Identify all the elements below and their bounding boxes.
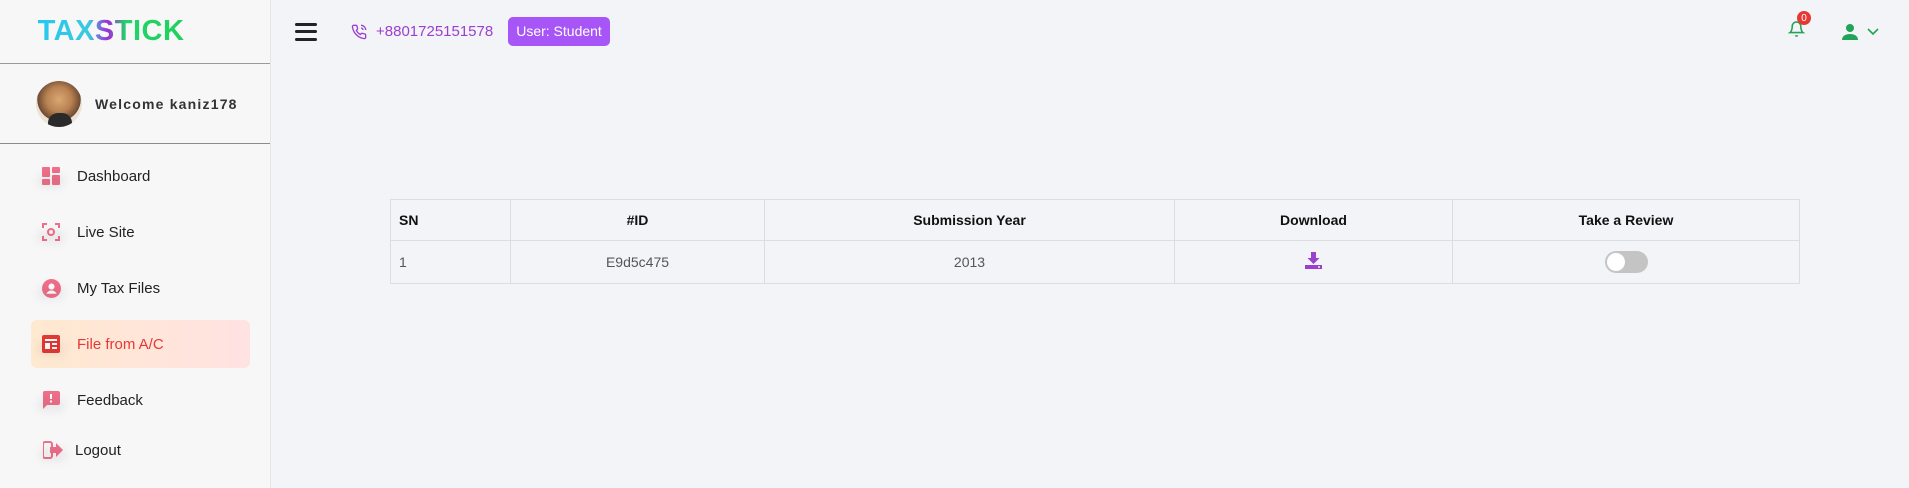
user-role-badge: User: Student	[508, 17, 610, 46]
table-header-row: SN #ID Submission Year Download Take a R…	[390, 199, 1800, 241]
sidebar-item-live-site[interactable]: Live Site	[31, 208, 250, 256]
sidebar-item-label: Live Site	[77, 223, 135, 241]
cell-sn: 1	[390, 240, 511, 284]
sidebar-item-file-from-ac[interactable]: File from A/C	[31, 320, 250, 368]
sidebar-item-label: File from A/C	[77, 335, 164, 353]
account-icon	[41, 278, 61, 298]
table-row: 1 E9d5c475 2013	[390, 240, 1800, 284]
avatar	[36, 80, 82, 127]
phone-contact[interactable]: +8801725151578	[351, 23, 493, 40]
sidebar-item-label: Feedback	[77, 391, 143, 409]
column-header-id: #ID	[510, 199, 765, 241]
column-header-submission-year: Submission Year	[764, 199, 1175, 241]
download-icon	[1305, 252, 1322, 269]
menu-toggle-icon[interactable]	[295, 22, 317, 41]
notification-count-badge: 0	[1797, 11, 1811, 25]
tax-files-table: SN #ID Submission Year Download Take a R…	[390, 199, 1800, 284]
sidebar-nav: Dashboard Live Site My Tax Files File fr…	[0, 144, 270, 470]
logout-label: Logout	[75, 441, 121, 459]
cell-download	[1174, 240, 1453, 284]
sidebar-item-dashboard[interactable]: Dashboard	[31, 152, 250, 200]
sidebar-item-label: Dashboard	[77, 167, 151, 185]
chevron-down-icon	[1867, 27, 1879, 35]
logout-button[interactable]: Logout	[31, 430, 250, 470]
live-site-icon	[41, 222, 61, 242]
download-button[interactable]	[1305, 252, 1322, 272]
cell-submission-year: 2013	[764, 240, 1175, 284]
dashboard-icon	[41, 166, 61, 186]
brand-logo[interactable]: TAXSTICK	[38, 15, 185, 48]
topbar-right: 0	[1787, 0, 1909, 63]
sidebar: TAXSTICK Welcome kaniz178 Dashboard Live…	[0, 0, 271, 488]
column-header-take-a-review: Take a Review	[1452, 199, 1800, 241]
logo-area: TAXSTICK	[0, 0, 270, 64]
topbar: +8801725151578 User: Student 0	[271, 0, 1909, 63]
review-toggle[interactable]	[1604, 251, 1648, 273]
welcome-section: Welcome kaniz178	[0, 64, 270, 144]
user-menu-button[interactable]	[1841, 23, 1879, 40]
cell-id: E9d5c475	[510, 240, 765, 284]
sidebar-item-feedback[interactable]: Feedback	[31, 376, 250, 424]
feedback-icon	[41, 390, 61, 410]
column-header-sn: SN	[390, 199, 511, 241]
welcome-text: Welcome kaniz178	[95, 95, 238, 112]
sidebar-item-my-tax-files[interactable]: My Tax Files	[31, 264, 250, 312]
user-icon	[1842, 23, 1858, 40]
file-icon	[41, 334, 61, 354]
column-header-download: Download	[1174, 199, 1453, 241]
sidebar-item-label: My Tax Files	[77, 279, 161, 297]
logout-icon	[43, 440, 63, 460]
cell-take-a-review	[1452, 240, 1800, 284]
phone-number: +8801725151578	[376, 23, 494, 40]
phone-icon	[351, 24, 367, 39]
notifications-button[interactable]: 0	[1787, 11, 1811, 43]
